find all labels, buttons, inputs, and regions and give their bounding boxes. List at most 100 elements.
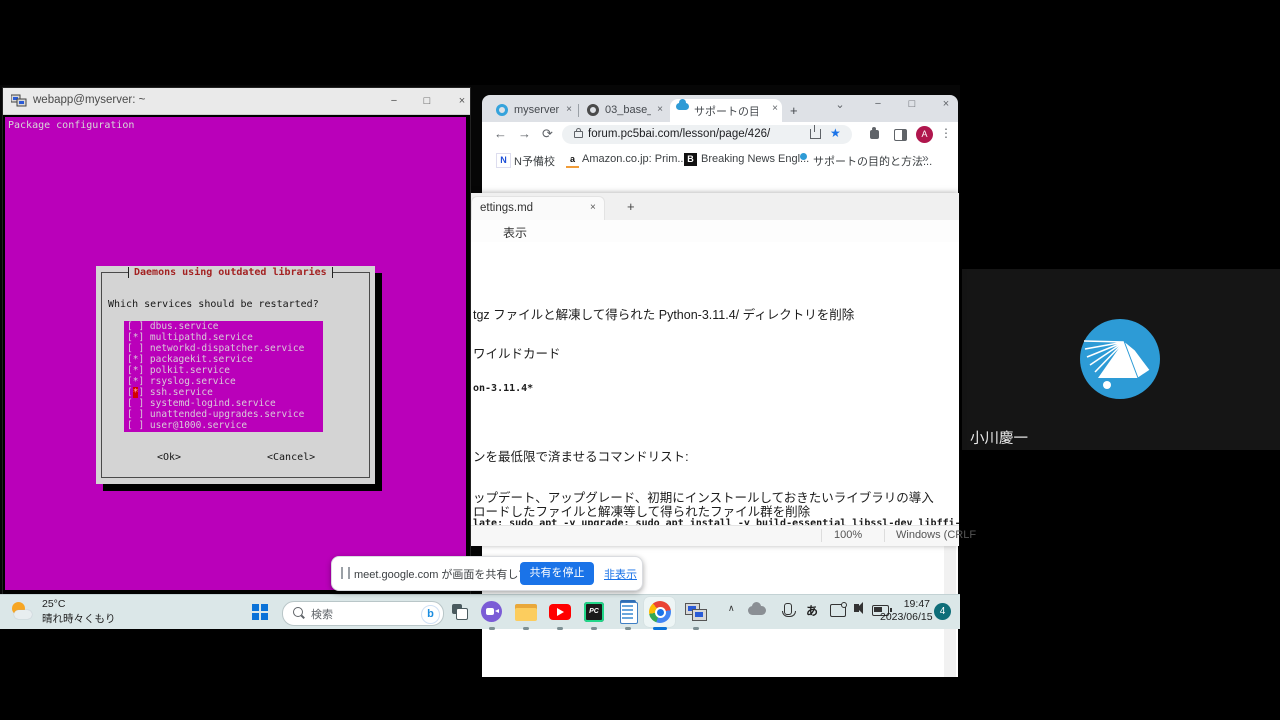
profile-avatar[interactable]: A — [916, 126, 933, 143]
cloud-favicon-icon — [676, 103, 689, 110]
display-cast-icon[interactable] — [830, 604, 846, 617]
notepad-tab[interactable]: ettings.md × — [471, 196, 605, 220]
taskbar: 25°C 晴れ時々くもり 検索 b PC ∧ あ 19:4 — [0, 594, 960, 629]
weather-description[interactable]: 晴れ時々くもり — [42, 611, 116, 626]
service-row-cursor[interactable]: [*] ssh.service — [127, 387, 323, 398]
tab-close-icon[interactable]: × — [657, 104, 663, 115]
notepad-menubar: 表示 — [471, 220, 959, 243]
service-row[interactable]: [*] polkit.service — [127, 365, 323, 376]
reload-icon[interactable]: ⟳ — [542, 126, 553, 142]
taskbar-search[interactable]: 検索 b — [282, 601, 444, 626]
service-row[interactable]: [ ] networkd-dispatcher.service — [127, 343, 323, 354]
browser-menu-icon[interactable]: ⋮ — [940, 126, 952, 140]
browser-close-button[interactable]: × — [936, 98, 956, 110]
address-bar[interactable]: forum.pc5bai.com/lesson/page/426/ ★ — [562, 125, 852, 144]
browser-maximize-button[interactable]: □ — [902, 98, 922, 110]
meet-window: webapp@myserver: ~ − □ × Package configu… — [0, 0, 1280, 720]
bookmarks-overflow-icon[interactable]: » — [922, 151, 929, 165]
terminal-close-button[interactable]: × — [451, 92, 473, 110]
start-button[interactable] — [252, 604, 268, 620]
terminal-window[interactable]: webapp@myserver: ~ − □ × Package configu… — [3, 88, 470, 595]
bookmark-star-icon[interactable]: ★ — [830, 126, 841, 140]
back-icon[interactable]: ← — [494, 126, 507, 141]
bookmark-item[interactable]: Amazon.co.jp: Prim... — [582, 153, 687, 165]
bing-icon[interactable]: b — [421, 605, 440, 624]
browser-minimize-button[interactable]: − — [868, 98, 888, 110]
zoom-level[interactable]: 100% — [834, 529, 862, 541]
taskbar-notepad[interactable] — [616, 600, 640, 624]
services-checklist[interactable]: [ ] dbus.service [*] multipathd.service … — [124, 321, 323, 432]
notepad-content[interactable]: tgz ファイルと解凍して得られた Python-3.11.4/ ディレクトリを… — [471, 242, 959, 525]
participant-name: 小川慶一 — [970, 427, 1028, 448]
speaker-icon[interactable] — [854, 604, 859, 612]
bookmark-item[interactable]: N予備校 — [514, 153, 555, 169]
ime-indicator[interactable]: あ — [806, 602, 818, 619]
taskbar-youtube[interactable] — [548, 600, 572, 624]
note-line: ンを最低限で済ませるコマンドリスト: — [473, 446, 689, 465]
notification-badge[interactable]: 4 — [934, 603, 951, 620]
tab-03-base[interactable]: 03_base_s... × — [581, 100, 667, 122]
taskbar-pycharm[interactable]: PC — [582, 600, 606, 624]
window-chevron-icon[interactable]: ⌄ — [830, 98, 850, 111]
microphone-icon[interactable] — [784, 603, 792, 615]
onedrive-icon[interactable] — [748, 606, 766, 615]
taskbar-chat-app[interactable] — [480, 600, 504, 624]
service-row[interactable]: [*] multipathd.service — [127, 332, 323, 343]
cancel-button[interactable]: <Cancel> — [267, 452, 315, 463]
tab-close-icon[interactable]: × — [772, 103, 778, 114]
hide-banner-link[interactable]: 非表示 — [604, 566, 637, 582]
service-row[interactable]: [ ] systemd-logind.service — [127, 398, 323, 409]
share-icon[interactable] — [810, 129, 821, 139]
bookmark-item[interactable]: Breaking News Engl... — [701, 153, 809, 165]
url-text[interactable]: forum.pc5bai.com/lesson/page/426/ — [588, 128, 770, 140]
bookmarks-bar: N N予備校 a Amazon.co.jp: Prim... B Breakin… — [482, 148, 958, 173]
bookmark-favicon-amazon: a — [566, 153, 579, 168]
service-row[interactable]: [ ] dbus.service — [127, 321, 323, 332]
clock-date: 2023/06/15 — [880, 611, 930, 624]
screen-share-banner: meet.google.com が画面を共有しています。 共有を停止 非表示 — [331, 556, 643, 591]
terminal-minimize-button[interactable]: − — [383, 92, 405, 110]
ok-button[interactable]: <Ok> — [157, 452, 181, 463]
notepad-statusbar: 100% Windows (CRLF — [471, 525, 959, 546]
service-row[interactable]: [*] rsyslog.service — [127, 376, 323, 387]
participant-tile[interactable]: 小川慶一 — [962, 269, 1280, 450]
services-restart-dialog: Daemons using outdated libraries Which s… — [96, 266, 375, 484]
dialog-question: Which services should be restarted? — [108, 299, 319, 310]
task-view-button[interactable] — [452, 604, 468, 620]
extensions-icon[interactable] — [870, 130, 879, 139]
menu-view[interactable]: 表示 — [503, 224, 527, 241]
stop-sharing-button[interactable]: 共有を停止 — [520, 562, 594, 585]
forward-icon[interactable]: → — [518, 126, 531, 141]
clock-time: 19:47 — [880, 598, 930, 611]
lock-icon — [574, 131, 583, 138]
service-row[interactable]: [ ] unattended-upgrades.service — [127, 409, 323, 420]
new-tab-button[interactable]: + — [790, 103, 798, 118]
search-icon — [293, 607, 303, 617]
drag-handle-icon[interactable] — [341, 567, 350, 579]
taskbar-clock[interactable]: 19:47 2023/06/15 — [880, 598, 930, 624]
note-line: ワイルドカード — [473, 343, 561, 362]
taskbar-putty[interactable] — [684, 600, 708, 624]
notepad-tab-close-icon[interactable]: × — [590, 202, 596, 213]
tab-close-icon[interactable]: × — [566, 104, 572, 115]
terminal-title: webapp@myserver: ~ — [33, 94, 145, 106]
terminal-body[interactable]: Package configuration Daemons using outd… — [3, 115, 470, 595]
bookmark-item[interactable]: サポートの目的と方法... — [813, 153, 932, 169]
taskbar-chrome[interactable] — [648, 600, 672, 624]
side-panel-icon[interactable] — [894, 129, 907, 141]
tray-chevron-icon[interactable]: ∧ — [728, 603, 735, 614]
service-row[interactable]: [ ] user@1000.service — [127, 420, 323, 431]
weather-temperature[interactable]: 25°C — [42, 598, 65, 610]
tab-myserver[interactable]: myserver × — [490, 100, 576, 122]
notepad-new-tab-button[interactable]: + — [627, 199, 635, 214]
weather-icon[interactable] — [10, 599, 36, 625]
taskbar-file-explorer[interactable] — [514, 600, 538, 624]
terminal-titlebar[interactable]: webapp@myserver: ~ − □ × — [3, 88, 470, 115]
tab-support-active[interactable]: サポートの目... × — [670, 99, 782, 122]
package-configuration-screen: Package configuration Daemons using outd… — [5, 117, 466, 590]
terminal-maximize-button[interactable]: □ — [416, 92, 438, 110]
putty-icon — [11, 94, 27, 108]
notepad-window: ettings.md × + 表示 tgz ファイルと解凍して得られた Pyth… — [470, 193, 959, 545]
search-placeholder: 検索 — [311, 606, 333, 622]
service-row[interactable]: [*] packagekit.service — [127, 354, 323, 365]
